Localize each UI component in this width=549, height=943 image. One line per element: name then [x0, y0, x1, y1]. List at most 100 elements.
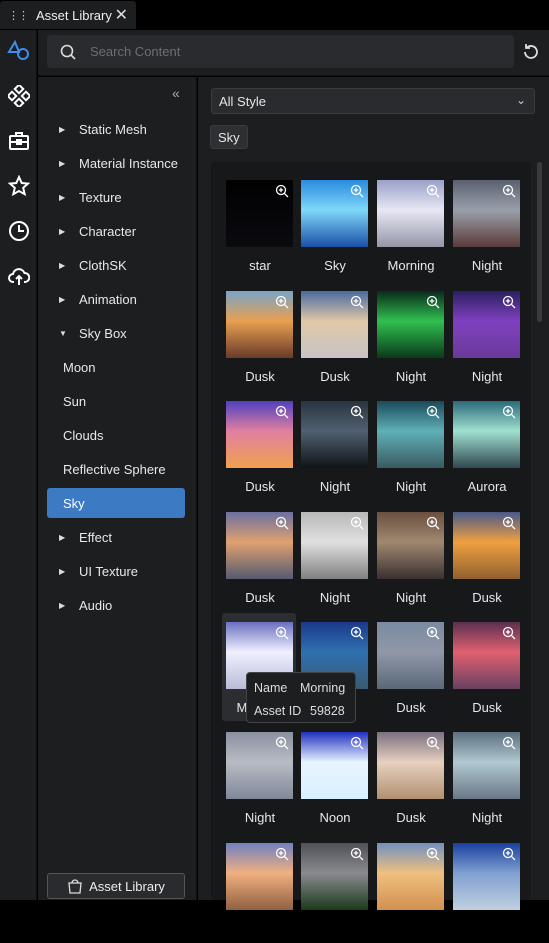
- asset-item[interactable]: Night: [377, 401, 445, 501]
- zoom-in-icon[interactable]: [350, 184, 364, 198]
- asset-item[interactable]: star: [226, 180, 294, 280]
- tree-item-static-mesh[interactable]: ▶ Static Mesh: [47, 114, 185, 144]
- zoom-in-icon[interactable]: [350, 626, 364, 640]
- zoom-in-icon[interactable]: [350, 295, 364, 309]
- asset-item[interactable]: Dusk: [226, 291, 294, 391]
- tree-item-character[interactable]: ▶ Character: [47, 216, 185, 246]
- tab-asset-library[interactable]: ⋮⋮ Asset Library ✕: [0, 1, 136, 29]
- tree-item-material-instance[interactable]: ▶ Material Instance: [47, 148, 185, 178]
- tree-item-sun[interactable]: Sun: [47, 386, 185, 416]
- search-input[interactable]: [90, 44, 470, 59]
- zoom-in-icon[interactable]: [502, 405, 516, 419]
- tree-item-effect[interactable]: ▶ Effect: [47, 522, 185, 552]
- zoom-in-icon[interactable]: [502, 295, 516, 309]
- asset-item[interactable]: Night: [453, 732, 521, 832]
- caret-right-icon[interactable]: ▶: [59, 567, 68, 576]
- zoom-in-icon[interactable]: [426, 295, 440, 309]
- asset-item[interactable]: Dusk: [377, 622, 445, 722]
- tree-item-animation[interactable]: ▶ Animation: [47, 284, 185, 314]
- zoom-in-icon[interactable]: [350, 736, 364, 750]
- zoom-in-icon[interactable]: [275, 295, 289, 309]
- tree-item-audio[interactable]: ▶ Audio: [47, 590, 185, 620]
- tree-item-reflective-sphere[interactable]: Reflective Sphere: [47, 454, 185, 484]
- refresh-icon[interactable]: [521, 42, 541, 62]
- zoom-in-icon[interactable]: [350, 405, 364, 419]
- asset-item[interactable]: Morning: [377, 180, 445, 280]
- asset-item[interactable]: Noon: [301, 732, 369, 832]
- zoom-in-icon[interactable]: [426, 516, 440, 530]
- asset-item[interactable]: Dusk: [453, 512, 521, 612]
- cloud-upload-icon[interactable]: [6, 263, 32, 289]
- scrollbar[interactable]: [537, 162, 542, 322]
- zoom-in-icon[interactable]: [426, 184, 440, 198]
- zoom-in-icon[interactable]: [275, 516, 289, 530]
- tree-item-moon[interactable]: Moon: [47, 352, 185, 382]
- tree-item-clothsk[interactable]: ▶ ClothSK: [47, 250, 185, 280]
- tree-item-sky[interactable]: Sky: [47, 488, 185, 518]
- shapes-icon[interactable]: [6, 38, 32, 64]
- zoom-in-icon[interactable]: [275, 847, 289, 861]
- filter-tag-sky[interactable]: Sky: [210, 125, 248, 149]
- caret-down-icon[interactable]: ▼: [59, 329, 68, 338]
- zoom-in-icon[interactable]: [502, 847, 516, 861]
- zoom-in-icon[interactable]: [426, 736, 440, 750]
- asset-item[interactable]: Dusk: [226, 401, 294, 501]
- asset-thumbnail: [377, 732, 444, 799]
- zoom-in-icon[interactable]: [426, 847, 440, 861]
- asset-library-button[interactable]: Asset Library: [47, 873, 185, 899]
- zoom-in-icon[interactable]: [350, 516, 364, 530]
- asset-name: Dusk: [245, 479, 275, 494]
- asset-item[interactable]: [301, 843, 369, 943]
- components-icon[interactable]: [6, 83, 32, 109]
- zoom-in-icon[interactable]: [275, 736, 289, 750]
- zoom-in-icon[interactable]: [275, 184, 289, 198]
- asset-item[interactable]: Night: [453, 291, 521, 391]
- asset-item[interactable]: Dusk: [453, 622, 521, 722]
- asset-item[interactable]: Aurora: [453, 401, 521, 501]
- zoom-in-icon[interactable]: [426, 405, 440, 419]
- search-box[interactable]: [47, 35, 514, 68]
- asset-item[interactable]: Dusk: [377, 732, 445, 832]
- asset-item[interactable]: Dusk: [226, 512, 294, 612]
- grip-icon[interactable]: ⋮⋮: [8, 9, 29, 22]
- caret-right-icon[interactable]: ▶: [59, 533, 68, 542]
- caret-right-icon[interactable]: ▶: [59, 193, 68, 202]
- tree-item-ui-texture[interactable]: ▶ UI Texture: [47, 556, 185, 586]
- asset-item[interactable]: Dusk: [301, 291, 369, 391]
- caret-right-icon[interactable]: ▶: [59, 601, 68, 610]
- zoom-in-icon[interactable]: [275, 626, 289, 640]
- tree-item-texture[interactable]: ▶ Texture: [47, 182, 185, 212]
- asset-item[interactable]: Sky: [301, 180, 369, 280]
- asset-item[interactable]: [377, 843, 445, 943]
- asset-item[interactable]: [453, 843, 521, 943]
- zoom-in-icon[interactable]: [502, 736, 516, 750]
- asset-item[interactable]: Night: [301, 401, 369, 501]
- zoom-in-icon[interactable]: [426, 626, 440, 640]
- caret-right-icon[interactable]: ▶: [59, 295, 68, 304]
- toolbox-icon[interactable]: [6, 128, 32, 154]
- asset-item[interactable]: [226, 843, 294, 943]
- caret-right-icon[interactable]: ▶: [59, 261, 68, 270]
- asset-item[interactable]: Night: [301, 512, 369, 612]
- clock-icon[interactable]: [6, 218, 32, 244]
- zoom-in-icon[interactable]: [502, 516, 516, 530]
- caret-right-icon[interactable]: ▶: [59, 159, 68, 168]
- zoom-in-icon[interactable]: [350, 847, 364, 861]
- asset-item[interactable]: Night: [377, 291, 445, 391]
- tree-item-sky-box[interactable]: ▼ Sky Box: [47, 318, 185, 348]
- zoom-in-icon[interactable]: [502, 184, 516, 198]
- star-icon[interactable]: [6, 173, 32, 199]
- zoom-in-icon[interactable]: [275, 405, 289, 419]
- zoom-in-icon[interactable]: [502, 626, 516, 640]
- caret-right-icon[interactable]: ▶: [59, 125, 68, 134]
- asset-item[interactable]: Night: [226, 732, 294, 832]
- close-icon[interactable]: ✕: [115, 5, 128, 25]
- shopping-bag-icon: [68, 879, 82, 894]
- collapse-panel-icon[interactable]: «: [172, 85, 180, 101]
- asset-item[interactable]: Night: [377, 512, 445, 612]
- tree-item-label: UI Texture: [79, 563, 139, 579]
- tree-item-clouds[interactable]: Clouds: [47, 420, 185, 450]
- caret-right-icon[interactable]: ▶: [59, 227, 68, 236]
- asset-item[interactable]: Night: [453, 180, 521, 280]
- style-dropdown[interactable]: All Style ⌄: [211, 88, 535, 114]
